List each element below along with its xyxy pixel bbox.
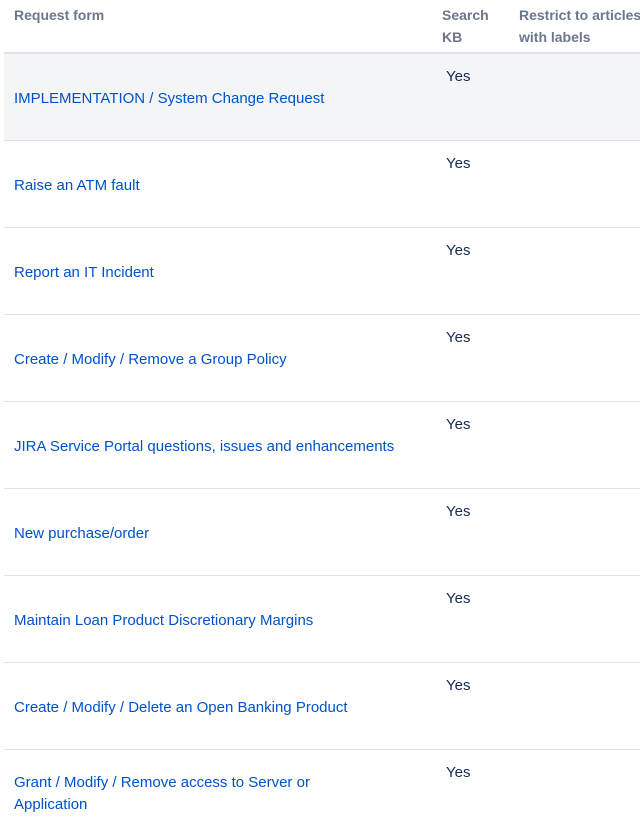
table-row: New purchase/order Yes bbox=[4, 489, 640, 576]
search-kb-value: Yes bbox=[446, 677, 471, 694]
search-kb-value: Yes bbox=[446, 329, 471, 346]
request-form-link[interactable]: Raise an ATM fault bbox=[14, 175, 434, 197]
request-form-link[interactable]: Grant / Modify / Remove access to Server… bbox=[14, 772, 374, 816]
table-row: Raise an ATM fault Yes bbox=[4, 141, 640, 228]
table-row: IMPLEMENTATION / System Change Request Y… bbox=[4, 54, 640, 141]
table-row: Report an IT Incident Yes bbox=[4, 228, 640, 315]
table-row: Grant / Modify / Remove access to Server… bbox=[4, 750, 640, 837]
search-kb-value: Yes bbox=[446, 416, 471, 433]
table-row: Create / Modify / Delete an Open Banking… bbox=[4, 663, 640, 750]
search-kb-value: Yes bbox=[446, 764, 471, 781]
table-header: Request form Search KB Restrict to artic… bbox=[4, 0, 640, 54]
search-kb-value: Yes bbox=[446, 155, 471, 172]
request-form-link[interactable]: JIRA Service Portal questions, issues an… bbox=[14, 436, 434, 458]
request-form-link[interactable]: New purchase/order bbox=[14, 523, 434, 545]
request-form-link[interactable]: Report an IT Incident bbox=[14, 262, 434, 284]
header-search-kb: Search KB bbox=[442, 7, 489, 45]
search-kb-value: Yes bbox=[446, 242, 471, 259]
search-kb-value: Yes bbox=[446, 68, 471, 85]
request-form-link[interactable]: IMPLEMENTATION / System Change Request bbox=[14, 88, 434, 110]
table-row: Create / Modify / Remove a Group Policy … bbox=[4, 315, 640, 402]
request-form-link[interactable]: Maintain Loan Product Discretionary Marg… bbox=[14, 610, 434, 632]
header-restrict-labels: Restrict to articles with labels bbox=[519, 7, 640, 45]
request-forms-table: Request form Search KB Restrict to artic… bbox=[4, 0, 640, 837]
search-kb-value: Yes bbox=[446, 590, 471, 607]
table-row: JIRA Service Portal questions, issues an… bbox=[4, 402, 640, 489]
header-request-form: Request form bbox=[14, 7, 105, 23]
request-form-link[interactable]: Create / Modify / Delete an Open Banking… bbox=[14, 697, 434, 719]
request-form-link[interactable]: Create / Modify / Remove a Group Policy bbox=[14, 349, 434, 371]
search-kb-value: Yes bbox=[446, 503, 471, 520]
table-row: Maintain Loan Product Discretionary Marg… bbox=[4, 576, 640, 663]
